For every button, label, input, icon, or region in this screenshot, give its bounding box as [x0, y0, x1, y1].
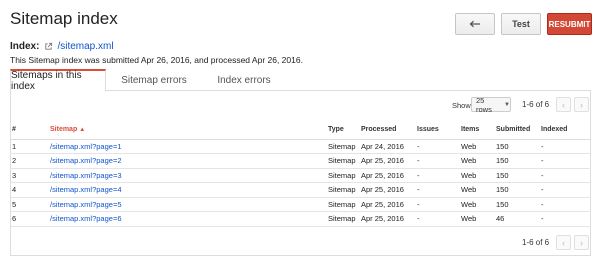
cell-submitted: 150: [494, 168, 539, 183]
sitemaps-table: # Sitemap ▲ Type Processed Issues Items …: [10, 123, 591, 227]
cell-processed: Apr 25, 2016: [359, 182, 415, 198]
cell-indexed: -: [539, 197, 591, 212]
chevron-right-icon: ›: [580, 99, 583, 110]
cell-sitemap-link[interactable]: /sitemap.xml?page=5: [48, 197, 326, 212]
cell-indexed: -: [539, 153, 591, 169]
cell-issues: -: [415, 211, 459, 227]
tab-index-errors[interactable]: Index errors: [202, 69, 286, 91]
col-header-submitted[interactable]: Submitted: [494, 123, 539, 140]
col-header-issues[interactable]: Issues: [415, 123, 459, 140]
page-range-bottom: 1-6 of 6: [522, 238, 550, 247]
cell-submitted: 150: [494, 153, 539, 169]
page-title: Sitemap index: [10, 9, 118, 28]
sort-up-icon: ▲: [79, 127, 86, 134]
prev-page-button-bottom[interactable]: ‹: [556, 235, 571, 250]
col-header-sitemap-label: Sitemap: [50, 126, 78, 134]
col-header-num: #: [10, 123, 48, 140]
cell-processed: Apr 25, 2016: [359, 197, 415, 212]
chevron-left-icon: ‹: [562, 99, 565, 110]
table-row: 1 /sitemap.xml?page=1 Sitemap Apr 24, 20…: [10, 139, 591, 154]
cell-items: Web: [459, 211, 494, 227]
cell-items: Web: [459, 197, 494, 212]
cell-num: 6: [10, 211, 48, 227]
cell-submitted: 46: [494, 211, 539, 227]
cell-num: 4: [10, 182, 48, 198]
rows-per-page-select[interactable]: 25 rows ▼: [471, 95, 511, 114]
cell-submitted: 150: [494, 139, 539, 154]
cell-issues: -: [415, 197, 459, 212]
rows-per-page-value: 25 rows: [476, 95, 492, 114]
table-row: 2 /sitemap.xml?page=2 Sitemap Apr 25, 20…: [10, 153, 591, 169]
cell-items: Web: [459, 153, 494, 169]
tab-sitemap-errors[interactable]: Sitemap errors: [106, 69, 202, 91]
undo-arrow-icon: [469, 20, 480, 28]
col-header-indexed[interactable]: Indexed: [539, 123, 591, 140]
cell-type: Sitemap: [326, 153, 359, 169]
cell-indexed: -: [539, 211, 591, 227]
prev-page-button-top[interactable]: ‹: [556, 97, 571, 112]
cell-processed: Apr 24, 2016: [359, 139, 415, 154]
cell-num: 3: [10, 168, 48, 183]
cell-items: Web: [459, 182, 494, 198]
table-header-row: # Sitemap ▲ Type Processed Issues Items …: [10, 123, 591, 140]
table-row: 3 /sitemap.xml?page=3 Sitemap Apr 25, 20…: [10, 168, 591, 183]
cell-indexed: -: [539, 168, 591, 183]
back-button[interactable]: [455, 13, 495, 35]
tab-sitemaps-in-index[interactable]: Sitemaps in this index: [10, 69, 106, 92]
show-label: Show: [452, 101, 471, 110]
cell-processed: Apr 25, 2016: [359, 211, 415, 227]
cell-type: Sitemap: [326, 139, 359, 154]
next-page-button-top[interactable]: ›: [574, 97, 589, 112]
cell-type: Sitemap: [326, 182, 359, 198]
cell-processed: Apr 25, 2016: [359, 168, 415, 183]
cell-issues: -: [415, 182, 459, 198]
table-row: 5 /sitemap.xml?page=5 Sitemap Apr 25, 20…: [10, 197, 591, 212]
submit-info: This Sitemap index was submitted Apr 26,…: [10, 55, 303, 65]
resubmit-button[interactable]: RESUBMIT: [547, 13, 592, 35]
table-row: 4 /sitemap.xml?page=4 Sitemap Apr 25, 20…: [10, 182, 591, 198]
index-link[interactable]: /sitemap.xml: [57, 41, 113, 52]
cell-sitemap-link[interactable]: /sitemap.xml?page=4: [48, 182, 326, 198]
cell-sitemap-link[interactable]: /sitemap.xml?page=3: [48, 168, 326, 183]
chevron-right-icon: ›: [580, 237, 583, 248]
cell-issues: -: [415, 139, 459, 154]
cell-items: Web: [459, 168, 494, 183]
col-header-sitemap[interactable]: Sitemap ▲: [48, 123, 326, 140]
cell-num: 2: [10, 153, 48, 169]
cell-type: Sitemap: [326, 197, 359, 212]
page-range-top: 1-6 of 6: [522, 100, 550, 109]
col-header-items[interactable]: Items: [459, 123, 494, 140]
caret-down-icon: ▼: [504, 101, 510, 108]
cell-submitted: 150: [494, 197, 539, 212]
cell-indexed: -: [539, 139, 591, 154]
cell-sitemap-link[interactable]: /sitemap.xml?page=2: [48, 153, 326, 169]
cell-submitted: 150: [494, 182, 539, 198]
next-page-button-bottom[interactable]: ›: [574, 235, 589, 250]
cell-indexed: -: [539, 182, 591, 198]
cell-issues: -: [415, 153, 459, 169]
cell-type: Sitemap: [326, 211, 359, 227]
index-line: Index: /sitemap.xml: [10, 41, 114, 52]
index-label: Index:: [10, 41, 40, 52]
tab-bar: Sitemaps in this index Sitemap errors In…: [10, 69, 591, 92]
col-header-processed[interactable]: Processed: [359, 123, 415, 140]
cell-items: Web: [459, 139, 494, 154]
external-link-icon[interactable]: [44, 42, 53, 51]
test-button[interactable]: Test: [501, 13, 541, 35]
table-row: 6 /sitemap.xml?page=6 Sitemap Apr 25, 20…: [10, 211, 591, 227]
cell-type: Sitemap: [326, 168, 359, 183]
chevron-left-icon: ‹: [562, 237, 565, 248]
cell-issues: -: [415, 168, 459, 183]
cell-sitemap-link[interactable]: /sitemap.xml?page=1: [48, 139, 326, 154]
cell-num: 5: [10, 197, 48, 212]
cell-processed: Apr 25, 2016: [359, 153, 415, 169]
col-header-type[interactable]: Type: [326, 123, 359, 140]
cell-num: 1: [10, 139, 48, 154]
cell-sitemap-link[interactable]: /sitemap.xml?page=6: [48, 211, 326, 227]
